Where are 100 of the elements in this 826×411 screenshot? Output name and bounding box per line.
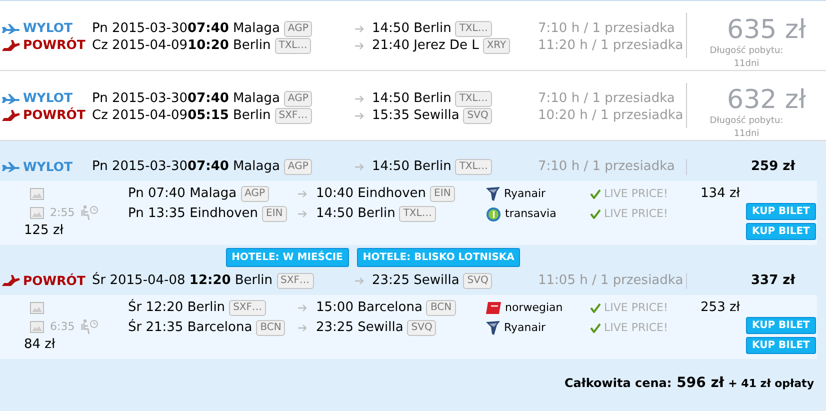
arrow-icon [355, 163, 364, 171]
stay-label: Długość pobytu: [710, 115, 784, 127]
check-icon [590, 189, 601, 199]
live-price-label: LIVE PRICE! [604, 206, 668, 222]
layover-icon [80, 319, 99, 336]
airport-code: SXF… [274, 108, 312, 124]
image-placeholder-icon [30, 188, 44, 200]
departure-text: Pn 2015-03-3007:40 [92, 20, 229, 38]
layover-time: 6:35 [50, 319, 75, 335]
departure-text: Pn 2015-03-3007:40 [92, 90, 229, 108]
total-label: Całkowita cena: [564, 375, 672, 392]
buy-ticket-button[interactable]: KUP BILET [746, 337, 816, 354]
arrow-icon [298, 324, 307, 332]
arrow-icon [355, 24, 364, 32]
arrow-icon [355, 277, 364, 285]
arrival-text: 15:35 Sewilla [372, 106, 460, 125]
airport-code: AGP [284, 90, 312, 106]
plane-icon [2, 40, 20, 52]
departure-text: Pn 2015-03-3007:40 [92, 158, 229, 176]
tail-logo-icon [486, 302, 501, 314]
image-placeholder-icon [30, 321, 44, 334]
arrow-icon [355, 112, 364, 120]
segment-arrival: 14:50 Berlin [316, 205, 396, 224]
airport-code: SVQ [463, 108, 492, 124]
segment-arrival: 15:00 Barcelona [316, 299, 422, 318]
hotel-button[interactable]: HOTELE: W MIEŚCIE [226, 248, 349, 267]
stay-label: Długość pobytu: [710, 45, 784, 57]
duration-text: 7:10 h / 1 przesiadka [538, 20, 675, 38]
circle-logo-icon [486, 206, 501, 222]
buy-ticket-button[interactable]: KUP BILET [746, 223, 816, 240]
departure-city: Malaga [232, 20, 280, 38]
segment-departure: Śr 21:35 Barcelona [128, 318, 252, 338]
plane-icon [2, 110, 20, 122]
departure-city: Berlin [232, 106, 271, 125]
airport-code: TXL… [399, 206, 436, 222]
total-price: 635 zł [726, 15, 806, 45]
airport-code: SXF… [276, 273, 314, 289]
airport-code: SVQ [407, 320, 436, 336]
airport-code: TXL… [455, 159, 492, 175]
plane-icon [2, 24, 20, 34]
section-price: 337 zł [751, 272, 796, 290]
airline-name: transavia [505, 206, 556, 222]
departure-city: Malaga [232, 158, 280, 176]
airline-name: norwegian [505, 300, 563, 316]
image-placeholder-icon [30, 207, 44, 220]
leg-label: WYLOT [23, 19, 73, 37]
segment-price: 134 zł [700, 186, 740, 202]
segment-arrival: 10:40 Eindhoven [316, 185, 426, 204]
airport-code: TXL… [455, 90, 492, 106]
leg-label: WYLOT [23, 158, 73, 176]
airport-code: SXF… [229, 300, 266, 316]
segment-departure: Śr 12:20 Berlin [128, 298, 226, 318]
plane-icon [2, 162, 20, 172]
departure-text: Cz 2015-04-0910:20 [92, 36, 229, 55]
leg-label: POWRÓT [23, 36, 86, 54]
airport-code: EIN [262, 206, 287, 222]
airport-code: BCN [426, 300, 456, 316]
airport-code: AGP [284, 20, 312, 36]
duration-text: 11:20 h / 1 przesiadka [538, 36, 684, 55]
duration-text: 10:20 h / 1 przesiadka [538, 106, 684, 125]
arrival-text: 23:25 Sewilla [372, 272, 460, 290]
airport-code: AGP [284, 159, 312, 175]
arrow-icon [355, 42, 364, 50]
subtotal-price: 84 zł [24, 336, 56, 354]
image-placeholder-icon [30, 302, 44, 314]
airline-name: Ryanair [504, 320, 546, 336]
buy-ticket-button[interactable]: KUP BILET [746, 317, 816, 334]
stay-value: 11dni [734, 128, 760, 141]
subtotal-price: 125 zł [24, 222, 64, 240]
leg-label: POWRÓT [23, 106, 86, 124]
layover-icon [80, 205, 99, 222]
airport-code: EIN [430, 186, 455, 202]
airline-name: Ryanair [504, 186, 546, 202]
total-amount: 596 zł [676, 374, 724, 393]
layover-time: 2:55 [50, 205, 75, 221]
buy-ticket-button[interactable]: KUP BILET [746, 203, 816, 220]
arrival-text: 14:50 Berlin [372, 90, 452, 108]
airport-code: TXL… [274, 38, 312, 54]
check-icon [590, 323, 601, 333]
airport-code: BCN [256, 320, 286, 336]
hotel-button[interactable]: HOTELE: BLISKO LOTNISKA [356, 248, 520, 267]
check-icon [590, 303, 601, 313]
airport-code: SVQ [463, 273, 492, 289]
leg-label: POWRÓT [23, 272, 86, 290]
total-price: 632 zł [726, 85, 806, 115]
plane-icon [2, 94, 20, 104]
live-price-label: LIVE PRICE! [604, 300, 668, 316]
segment-departure: Pn 13:35 Eindhoven [128, 205, 258, 224]
duration-text: 11:05 h / 1 przesiadka [538, 272, 684, 290]
live-price-label: LIVE PRICE! [604, 186, 668, 202]
live-price-label: LIVE PRICE! [604, 320, 668, 336]
check-icon [590, 209, 601, 219]
duration-text: 7:10 h / 1 przesiadka [538, 90, 675, 108]
segment-departure: Pn 07:40 Malaga [128, 185, 237, 204]
departure-city: Berlin [232, 36, 271, 55]
departure-city: Malaga [232, 90, 280, 108]
segment-arrival: 23:25 Sewilla [316, 319, 404, 338]
arrow-icon [355, 94, 364, 102]
departure-text: Cz 2015-04-0905:15 [92, 106, 229, 125]
stay-value: 11dni [734, 58, 760, 71]
